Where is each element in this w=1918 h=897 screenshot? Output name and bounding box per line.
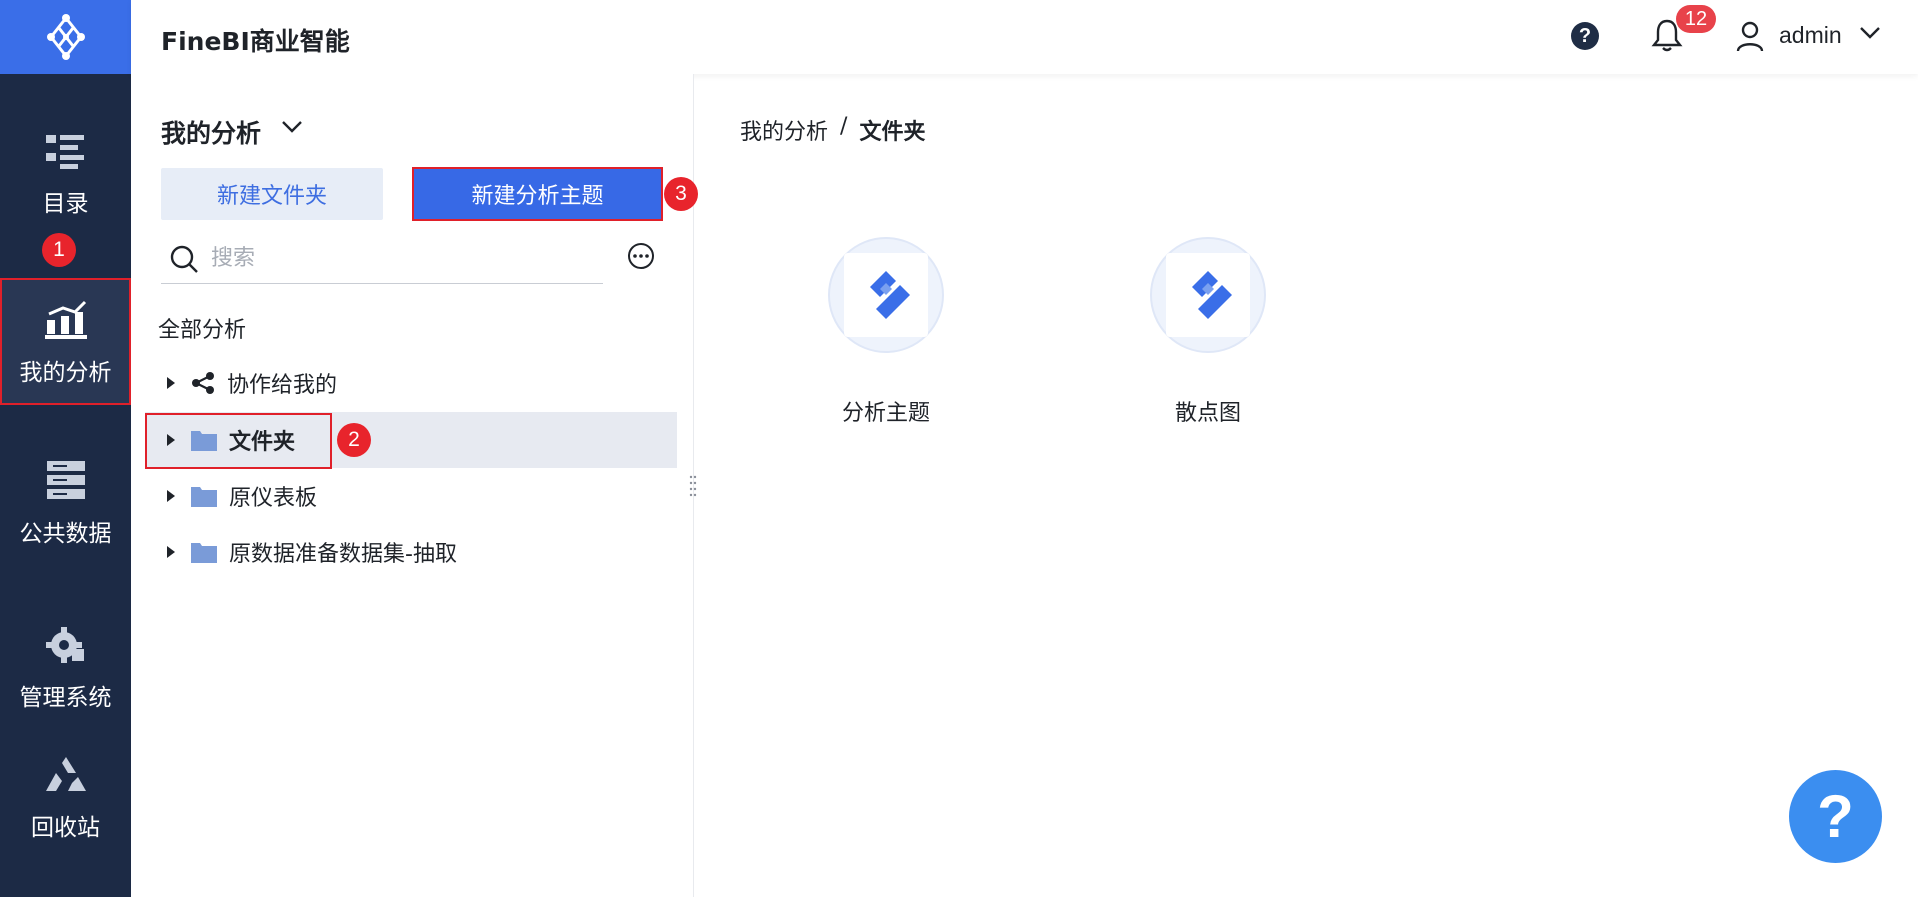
tree-item-label: 原仪表板 — [229, 486, 318, 511]
search-box — [161, 234, 603, 284]
analysis-item-card[interactable]: 散点图 — [1150, 237, 1266, 427]
gear-icon — [45, 622, 86, 668]
user-name[interactable]: admin — [1779, 22, 1842, 49]
left-nav: 目录 1 我的分析 公共数据 管理系统 回收站 — [0, 0, 131, 897]
share-icon — [191, 371, 215, 395]
nav-label-recycle: 回收站 — [31, 815, 100, 841]
folder-icon — [191, 485, 217, 507]
tree-item-shared[interactable]: 协作给我的 — [145, 355, 677, 411]
search-icon — [170, 245, 198, 273]
step-badge-1: 1 — [42, 233, 76, 267]
nav-label-my-analysis: 我的分析 — [19, 359, 112, 386]
catalog-icon — [45, 128, 86, 174]
step-badge-3: 3 — [664, 177, 698, 211]
tree-item-old-dataset[interactable]: 原数据准备数据集-抽取 — [145, 524, 677, 580]
logo[interactable] — [0, 0, 131, 74]
resize-handle[interactable] — [689, 474, 697, 500]
analysis-subject-icon — [1150, 237, 1266, 353]
new-analysis-subject-button[interactable]: 新建分析主题 — [412, 167, 663, 221]
chevron-down-icon[interactable] — [1859, 26, 1881, 40]
panel-title[interactable]: 我的分析 — [161, 114, 261, 150]
highlight-box — [145, 413, 332, 469]
recycle-icon — [45, 752, 86, 798]
analysis-chart-icon — [44, 297, 87, 343]
search-input[interactable] — [211, 242, 591, 274]
floating-help-button[interactable]: ? — [1789, 770, 1882, 863]
analysis-subject-icon — [828, 237, 944, 353]
expand-arrow-icon[interactable] — [167, 377, 175, 389]
analysis-item-label: 分析主题 — [841, 401, 930, 426]
nav-label-catalog: 目录 — [42, 191, 89, 217]
nav-label-management: 管理系统 — [19, 685, 112, 711]
more-options-icon[interactable] — [627, 242, 655, 270]
breadcrumb-current: 文件夹 — [859, 120, 926, 145]
notification-badge: 12 — [1676, 5, 1716, 33]
app-title: FineBI商业智能 — [161, 27, 350, 56]
step-badge-2: 2 — [337, 423, 371, 457]
analysis-panel: 我的分析 新建文件夹 新建分析主题 3 全部分析 协作给我的 文件夹 — [131, 74, 698, 897]
nav-item-recycle[interactable]: 回收站 — [0, 752, 131, 842]
top-bar: FineBI商业智能 ? 12 admin — [131, 0, 1918, 74]
database-icon — [46, 458, 85, 504]
breadcrumb-root[interactable]: 我的分析 — [740, 114, 828, 146]
tree-item-old-dashboard[interactable]: 原仪表板 — [145, 468, 677, 524]
tree-item-label: 协作给我的 — [227, 373, 338, 398]
expand-arrow-icon[interactable] — [167, 490, 175, 502]
expand-arrow-icon[interactable] — [167, 546, 175, 558]
logo-icon — [46, 14, 85, 60]
help-icon[interactable]: ? — [1571, 22, 1599, 50]
user-icon[interactable] — [1736, 20, 1764, 52]
nav-item-catalog[interactable]: 目录 — [0, 128, 131, 218]
chevron-down-icon[interactable] — [281, 120, 303, 134]
folder-icon — [191, 541, 217, 563]
all-analysis-label[interactable]: 全部分析 — [158, 312, 246, 344]
tree-item-label: 原数据准备数据集-抽取 — [229, 542, 457, 567]
analysis-item-label: 散点图 — [1174, 401, 1241, 426]
new-folder-button[interactable]: 新建文件夹 — [161, 168, 383, 220]
nav-item-my-analysis[interactable]: 我的分析 — [0, 278, 131, 405]
nav-label-public-data: 公共数据 — [19, 521, 112, 547]
breadcrumb: 我的分析 / 文件夹 — [740, 114, 925, 146]
nav-item-management[interactable]: 管理系统 — [0, 622, 131, 712]
breadcrumb-separator: / — [840, 114, 848, 139]
analysis-item-card[interactable]: 分析主题 — [828, 237, 944, 427]
nav-item-public-data[interactable]: 公共数据 — [0, 458, 131, 548]
